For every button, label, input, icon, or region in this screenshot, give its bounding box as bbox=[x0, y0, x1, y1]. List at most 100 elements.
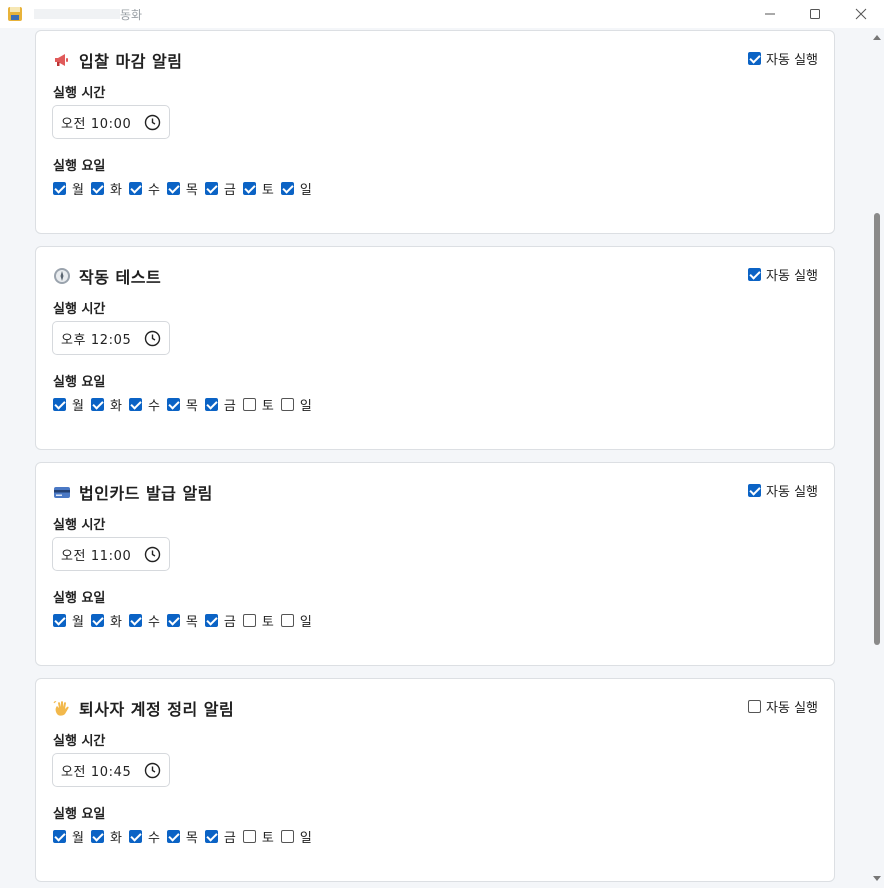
auto-run-checkbox[interactable] bbox=[748, 483, 762, 497]
day-option[interactable]: 수 bbox=[128, 179, 160, 198]
day-option[interactable]: 금 bbox=[204, 827, 236, 846]
auto-run-checkbox[interactable] bbox=[748, 267, 762, 281]
day-option[interactable]: 목 bbox=[166, 395, 198, 414]
day-checkbox[interactable] bbox=[166, 613, 180, 627]
card-title: 작동 테스트 bbox=[79, 268, 162, 287]
day-checkbox[interactable] bbox=[280, 613, 294, 627]
day-option[interactable]: 일 bbox=[280, 395, 312, 414]
card-header: 입찰 마감 알림 bbox=[53, 49, 182, 71]
day-label: 화 bbox=[109, 614, 122, 630]
time-value: 오전 11:00 bbox=[61, 548, 132, 564]
vertical-scrollbar[interactable] bbox=[870, 28, 884, 888]
day-option[interactable]: 목 bbox=[166, 611, 198, 630]
day-option[interactable]: 토 bbox=[242, 611, 274, 630]
day-checkbox[interactable] bbox=[53, 613, 66, 627]
day-option[interactable]: 일 bbox=[280, 179, 312, 198]
day-option[interactable]: 일 bbox=[280, 827, 312, 846]
day-option[interactable]: 목 bbox=[166, 827, 198, 846]
auto-run-toggle[interactable]: 자동 실행 bbox=[748, 697, 818, 716]
auto-run-checkbox[interactable] bbox=[748, 699, 762, 713]
time-input[interactable]: 오전 10:00 bbox=[52, 105, 170, 139]
auto-run-toggle[interactable]: 자동 실행 bbox=[748, 49, 818, 68]
day-option[interactable]: 월 bbox=[53, 827, 84, 846]
day-checkbox[interactable] bbox=[53, 397, 66, 411]
day-option[interactable]: 월 bbox=[53, 611, 84, 630]
day-option[interactable]: 월 bbox=[53, 395, 84, 414]
day-option[interactable]: 월 bbox=[53, 179, 84, 198]
day-option[interactable]: 토 bbox=[242, 827, 274, 846]
minimize-button[interactable] bbox=[747, 0, 793, 28]
scroll-down-arrow-icon[interactable] bbox=[873, 876, 881, 882]
day-checkbox[interactable] bbox=[204, 829, 218, 843]
day-checkbox[interactable] bbox=[166, 829, 180, 843]
schedule-card: 입찰 마감 알림 자동 실행 실행 시간 오전 10:00 실행 요일 월 화 … bbox=[35, 30, 835, 234]
time-label: 실행 시간 bbox=[53, 86, 106, 101]
day-selector: 월 화 수 목 금 토 일 bbox=[53, 179, 319, 198]
day-label: 수 bbox=[147, 830, 160, 846]
time-input[interactable]: 오전 11:00 bbox=[52, 537, 170, 571]
day-checkbox[interactable] bbox=[242, 397, 256, 411]
day-checkbox[interactable] bbox=[128, 181, 142, 195]
day-option[interactable]: 금 bbox=[204, 179, 236, 198]
maximize-button[interactable] bbox=[792, 0, 838, 28]
day-option[interactable]: 수 bbox=[128, 611, 160, 630]
day-checkbox[interactable] bbox=[166, 181, 180, 195]
close-button[interactable] bbox=[838, 0, 884, 28]
day-checkbox[interactable] bbox=[242, 181, 256, 195]
clock-icon bbox=[144, 114, 161, 131]
day-checkbox[interactable] bbox=[280, 181, 294, 195]
day-label: 화 bbox=[109, 830, 122, 846]
clock-icon bbox=[144, 546, 161, 563]
time-input[interactable]: 오후 12:05 bbox=[52, 321, 170, 355]
day-option[interactable]: 수 bbox=[128, 827, 160, 846]
day-label: 화 bbox=[109, 182, 122, 198]
day-checkbox[interactable] bbox=[53, 829, 66, 843]
day-option[interactable]: 수 bbox=[128, 395, 160, 414]
day-checkbox[interactable] bbox=[53, 181, 66, 195]
day-checkbox[interactable] bbox=[166, 397, 180, 411]
day-option[interactable]: 화 bbox=[90, 827, 122, 846]
waving-hand-icon bbox=[53, 699, 71, 717]
auto-run-toggle[interactable]: 자동 실행 bbox=[748, 481, 818, 500]
day-option[interactable]: 화 bbox=[90, 395, 122, 414]
day-checkbox[interactable] bbox=[128, 397, 142, 411]
day-checkbox[interactable] bbox=[280, 397, 294, 411]
day-selector: 월 화 수 목 금 토 일 bbox=[53, 395, 319, 414]
auto-run-toggle[interactable]: 자동 실행 bbox=[748, 265, 818, 284]
day-checkbox[interactable] bbox=[128, 829, 142, 843]
time-input[interactable]: 오전 10:45 bbox=[52, 753, 170, 787]
scrollbar-thumb[interactable] bbox=[874, 213, 880, 645]
day-option[interactable]: 금 bbox=[204, 395, 236, 414]
day-option[interactable]: 금 bbox=[204, 611, 236, 630]
day-option[interactable]: 일 bbox=[280, 611, 312, 630]
day-label: 금 bbox=[223, 182, 236, 198]
day-option[interactable]: 토 bbox=[242, 395, 274, 414]
day-checkbox[interactable] bbox=[90, 181, 104, 195]
scroll-up-arrow-icon[interactable] bbox=[873, 34, 881, 40]
day-checkbox[interactable] bbox=[90, 613, 104, 627]
megaphone-icon bbox=[53, 51, 71, 69]
day-option[interactable]: 토 bbox=[242, 179, 274, 198]
schedule-card: 작동 테스트 자동 실행 실행 시간 오후 12:05 실행 요일 월 화 수 … bbox=[35, 246, 835, 450]
day-label: 토 bbox=[261, 614, 274, 630]
schedule-card: 법인카드 발급 알림 자동 실행 실행 시간 오전 11:00 실행 요일 월 … bbox=[35, 462, 835, 666]
day-label: 일 bbox=[299, 614, 312, 630]
auto-run-label: 자동 실행 bbox=[766, 52, 818, 68]
day-option[interactable]: 화 bbox=[90, 179, 122, 198]
schedule-card: 퇴사자 계정 정리 알림 자동 실행 실행 시간 오전 10:45 실행 요일 … bbox=[35, 678, 835, 882]
day-checkbox[interactable] bbox=[242, 829, 256, 843]
day-checkbox[interactable] bbox=[204, 397, 218, 411]
day-checkbox[interactable] bbox=[280, 829, 294, 843]
compass-icon bbox=[53, 267, 71, 285]
day-label: 목 bbox=[185, 830, 198, 846]
day-checkbox[interactable] bbox=[90, 829, 104, 843]
day-option[interactable]: 화 bbox=[90, 611, 122, 630]
day-checkbox[interactable] bbox=[242, 613, 256, 627]
day-option[interactable]: 목 bbox=[166, 179, 198, 198]
day-checkbox[interactable] bbox=[128, 613, 142, 627]
day-label: 월 bbox=[72, 830, 84, 846]
day-checkbox[interactable] bbox=[204, 613, 218, 627]
day-checkbox[interactable] bbox=[90, 397, 104, 411]
auto-run-checkbox[interactable] bbox=[748, 51, 762, 65]
day-checkbox[interactable] bbox=[204, 181, 218, 195]
